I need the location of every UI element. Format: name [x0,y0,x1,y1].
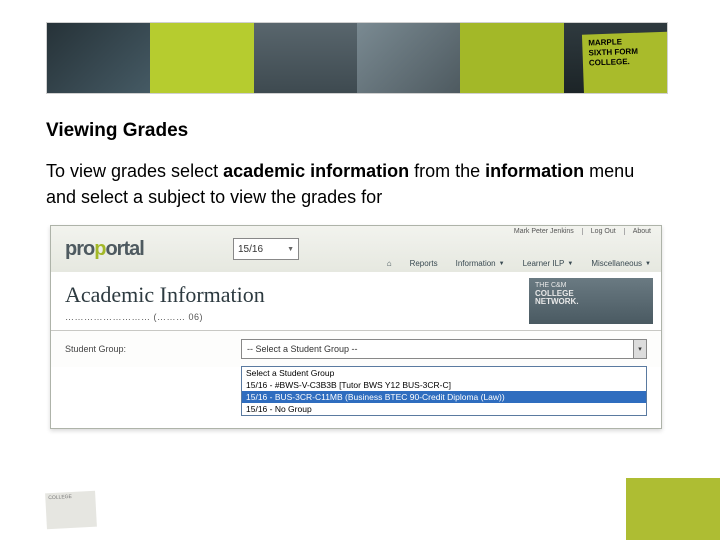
nav-information[interactable]: Information▼ [456,259,505,268]
college-brand: MARPLE SIXTH FORM COLLEGE. [582,31,668,94]
select-value: -- Select a Student Group -- [247,344,358,354]
network-badge: THE C&M COLLEGE NETWORK. [529,278,653,324]
app-header: proportal 15/16 ▼ Mark Peter Jenkins Log… [51,226,661,272]
nav-label: Learner ILP [523,259,565,268]
nav-reports[interactable]: Reports [410,259,438,268]
user-links: Mark Peter Jenkins Log Out About [514,228,651,235]
banner-image [357,23,460,93]
select-option[interactable]: 15/16 - No Group [242,403,646,415]
app-screenshot: proportal 15/16 ▼ Mark Peter Jenkins Log… [50,225,662,429]
brand-line: COLLEGE. [589,56,668,69]
select-option-highlighted[interactable]: 15/16 - BUS-3CR-C11MB (Business BTEC 90-… [242,391,646,403]
banner-image [150,23,253,93]
chevron-down-icon: ▼ [567,261,573,267]
student-group-listbox[interactable]: Select a Student Group 15/16 - #BWS-V-C3… [241,366,647,416]
proportal-logo: proportal [65,238,144,261]
logo-part: pro [65,238,94,260]
nav-learner-ilp[interactable]: Learner ILP▼ [523,259,574,268]
logo-part: ortal [105,238,143,260]
nav-label: Miscellaneous [591,259,642,268]
nav-miscellaneous[interactable]: Miscellaneous▼ [591,259,651,268]
about-link[interactable]: About [624,228,651,235]
chevron-down-icon: ▼ [645,261,651,267]
banner-image [254,23,357,93]
student-group-row: Student Group: -- Select a Student Group… [51,330,661,367]
user-name: Mark Peter Jenkins [514,228,574,235]
text: from the [409,161,485,181]
student-group-select[interactable]: -- Select a Student Group -- ▾ [241,339,647,359]
chevron-down-icon: ▼ [287,246,294,253]
chevron-down-icon: ▾ [633,340,646,358]
select-option[interactable]: 15/16 - #BWS-V-C3B3B [Tutor BWS Y12 BUS-… [242,379,646,391]
bold-text: academic information [223,161,409,181]
banner-image [460,23,563,93]
nav-label: Information [456,259,496,268]
nav-menu: ⌂ Reports Information▼ Learner ILP▼ Misc… [387,259,651,268]
network-line: NETWORK. [535,298,647,306]
home-icon: ⌂ [387,259,392,268]
logout-link[interactable]: Log Out [582,228,616,235]
chevron-down-icon: ▼ [499,261,505,267]
banner-image [47,23,150,93]
year-select[interactable]: 15/16 ▼ [233,238,299,260]
year-value: 15/16 [238,244,263,255]
header-banner: MARPLE SIXTH FORM COLLEGE. [46,22,668,94]
logo-part: p [94,238,105,260]
nav-home[interactable]: ⌂ [387,259,392,268]
footer-accent [626,478,720,540]
text: To view grades select [46,161,223,181]
footer-logo: COLLEGE [45,491,97,530]
bold-text: information [485,161,584,181]
nav-label: Reports [410,259,438,268]
section-heading: Viewing Grades [46,120,188,142]
student-group-label: Student Group: [65,344,241,354]
instruction-text: To view grades select academic informati… [46,158,666,210]
page-title-area: Academic Information THE C&M COLLEGE NET… [51,272,661,312]
select-option[interactable]: Select a Student Group [242,367,646,379]
